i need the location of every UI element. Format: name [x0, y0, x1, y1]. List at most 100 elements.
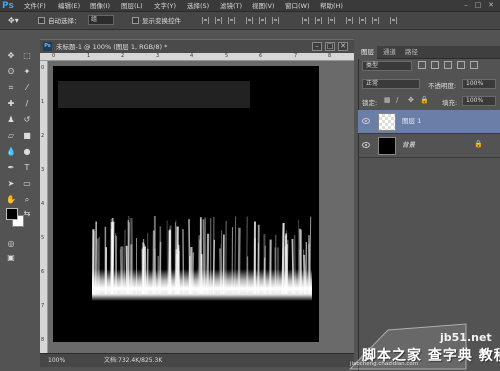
lock-all-icon[interactable]: 🔒: [420, 97, 429, 104]
menu-help[interactable]: 帮助(H): [320, 0, 343, 12]
shape-filter-icon[interactable]: [457, 61, 465, 69]
brush-tool-icon[interactable]: /: [20, 98, 34, 110]
opacity-input[interactable]: 100%: [462, 79, 496, 89]
blur-tool-icon[interactable]: 💧: [4, 146, 18, 158]
smart-object-filter-icon[interactable]: [470, 61, 478, 69]
minimize-icon[interactable]: –: [462, 1, 470, 9]
distribute-bottom-icon[interactable]: [328, 17, 335, 24]
tab-layers[interactable]: 图层: [358, 46, 377, 59]
zoom-tool-icon[interactable]: ⌕: [20, 194, 34, 206]
ruler-h-label: 3: [156, 53, 160, 59]
eraser-tool-icon[interactable]: ▱: [4, 130, 18, 142]
auto-select-dropdown[interactable]: 组: [88, 15, 114, 25]
status-bar: 100% 文档:732.4K/825.3K: [40, 353, 354, 367]
vertical-ruler[interactable]: 0 1 2 3 4 5 6 7 8: [40, 61, 48, 353]
zoom-level[interactable]: 100%: [48, 355, 65, 367]
lock-position-icon[interactable]: ✥: [408, 97, 415, 104]
align-vcenter-icon[interactable]: [215, 17, 222, 24]
menu-view[interactable]: 视图(V): [252, 0, 275, 12]
layer-row[interactable]: 图层 1: [358, 110, 500, 134]
quick-mask-icon[interactable]: ◎: [4, 238, 18, 250]
align-hcenter-icon[interactable]: [259, 17, 266, 24]
screen-mode-icon[interactable]: ▣: [4, 252, 18, 264]
distribute-vcenter-icon[interactable]: [315, 17, 322, 24]
distribute-hcenter-icon[interactable]: [359, 17, 366, 24]
gradient-tool-icon[interactable]: ■: [20, 130, 34, 142]
close-icon[interactable]: ✕: [487, 1, 495, 9]
align-bottom-icon[interactable]: [228, 17, 235, 24]
distribute-right-icon[interactable]: [372, 17, 379, 24]
distribute-left-icon[interactable]: [346, 17, 353, 24]
type-filter-icon[interactable]: [444, 61, 452, 69]
eyedropper-tool-icon[interactable]: ⁄: [20, 82, 34, 94]
ruler-h-label: 0: [52, 53, 56, 59]
lock-transparent-icon[interactable]: ▦: [384, 97, 391, 104]
align-right-icon[interactable]: [272, 17, 279, 24]
tab-channels[interactable]: 通道: [380, 46, 399, 59]
layer-row[interactable]: 背景 🔒: [358, 134, 500, 158]
document-size: 文档:732.4K/825.3K: [104, 357, 163, 364]
quick-select-tool-icon[interactable]: ✦: [20, 66, 34, 78]
photoshop-logo: Ps: [2, 1, 14, 11]
auto-select-checkbox[interactable]: [38, 17, 45, 24]
fill-input[interactable]: 100%: [462, 96, 496, 106]
move-tool-icon[interactable]: ✥: [4, 50, 18, 62]
healing-brush-tool-icon[interactable]: ✚: [4, 98, 18, 110]
lasso-tool-icon[interactable]: ʘ: [4, 66, 18, 78]
crop-tool-icon[interactable]: ⌗: [4, 82, 18, 94]
pen-tool-icon[interactable]: ✒: [4, 162, 18, 174]
ruler-h-label: 4: [190, 53, 194, 59]
visibility-eye-icon[interactable]: [362, 118, 370, 124]
white-streaks-artwork: [92, 215, 312, 301]
align-top-icon[interactable]: [202, 17, 209, 24]
menu-edit[interactable]: 编辑(E): [58, 0, 80, 12]
fill-label: 填充:: [442, 99, 458, 107]
watermark-url: jiaocheng.chazidian.com: [350, 361, 419, 367]
canvas[interactable]: [53, 66, 319, 342]
blend-mode-dropdown[interactable]: 正常: [362, 79, 420, 89]
align-left-icon[interactable]: [246, 17, 253, 24]
layer-filter-dropdown[interactable]: 类型: [362, 61, 412, 71]
lock-paint-icon[interactable]: /: [396, 97, 403, 104]
layer-lock-icon: 🔒: [474, 140, 483, 148]
menu-window[interactable]: 窗口(W): [285, 0, 310, 12]
adjustment-filter-icon[interactable]: [431, 61, 439, 69]
doc-maximize-icon[interactable]: □: [325, 42, 335, 51]
menu-select[interactable]: 选择(S): [187, 0, 209, 12]
menu-layer[interactable]: 图层(L): [121, 0, 143, 12]
menu-filter[interactable]: 滤镜(T): [220, 0, 242, 12]
foreground-color-swatch[interactable]: [6, 208, 18, 220]
hand-tool-icon[interactable]: ✋: [4, 194, 18, 206]
clone-stamp-tool-icon[interactable]: ♟: [4, 114, 18, 126]
marquee-tool-icon[interactable]: ⬚: [20, 50, 34, 62]
dark-rectangle: [58, 81, 250, 108]
path-selection-tool-icon[interactable]: ➤: [4, 178, 18, 190]
shape-tool-icon[interactable]: ▭: [20, 178, 34, 190]
visibility-eye-icon[interactable]: [362, 142, 370, 148]
pixel-filter-icon[interactable]: [418, 61, 426, 69]
dodge-tool-icon[interactable]: ●: [20, 146, 34, 158]
type-tool-icon[interactable]: T: [20, 162, 34, 174]
move-tool-preset-icon[interactable]: ✥▾: [8, 16, 19, 25]
horizontal-ruler[interactable]: 0 1 2 3 4 5 6 7 8: [40, 53, 354, 61]
menu-file[interactable]: 文件(F): [24, 0, 46, 12]
history-brush-tool-icon[interactable]: ↺: [20, 114, 34, 126]
maximize-icon[interactable]: □: [474, 1, 482, 9]
menu-type[interactable]: 文字(Y): [154, 0, 176, 12]
transform-checkbox[interactable]: [132, 17, 139, 24]
doc-minimize-icon[interactable]: –: [312, 42, 322, 51]
layer-thumbnail: [378, 113, 396, 131]
panel-tabs: 图层 通道 路径: [358, 46, 500, 59]
tab-paths[interactable]: 路径: [402, 46, 421, 59]
ruler-v-label: 4: [41, 201, 45, 207]
menu-image[interactable]: 图像(I): [90, 0, 110, 12]
document-tab[interactable]: Ps 未标题-1 @ 100% (图层 1, RGB/8) * – □ ✕: [40, 39, 354, 53]
layer-name: 背景: [402, 141, 415, 149]
auto-align-icon[interactable]: [390, 17, 397, 24]
ruler-v-label: 1: [41, 99, 45, 105]
ruler-v-label: 0: [41, 65, 45, 71]
auto-select-label: 自动选择：: [48, 17, 81, 25]
document-title: 未标题-1 @ 100% (图层 1, RGB/8) *: [56, 43, 168, 51]
doc-close-icon[interactable]: ✕: [338, 42, 348, 51]
distribute-top-icon[interactable]: [302, 17, 309, 24]
